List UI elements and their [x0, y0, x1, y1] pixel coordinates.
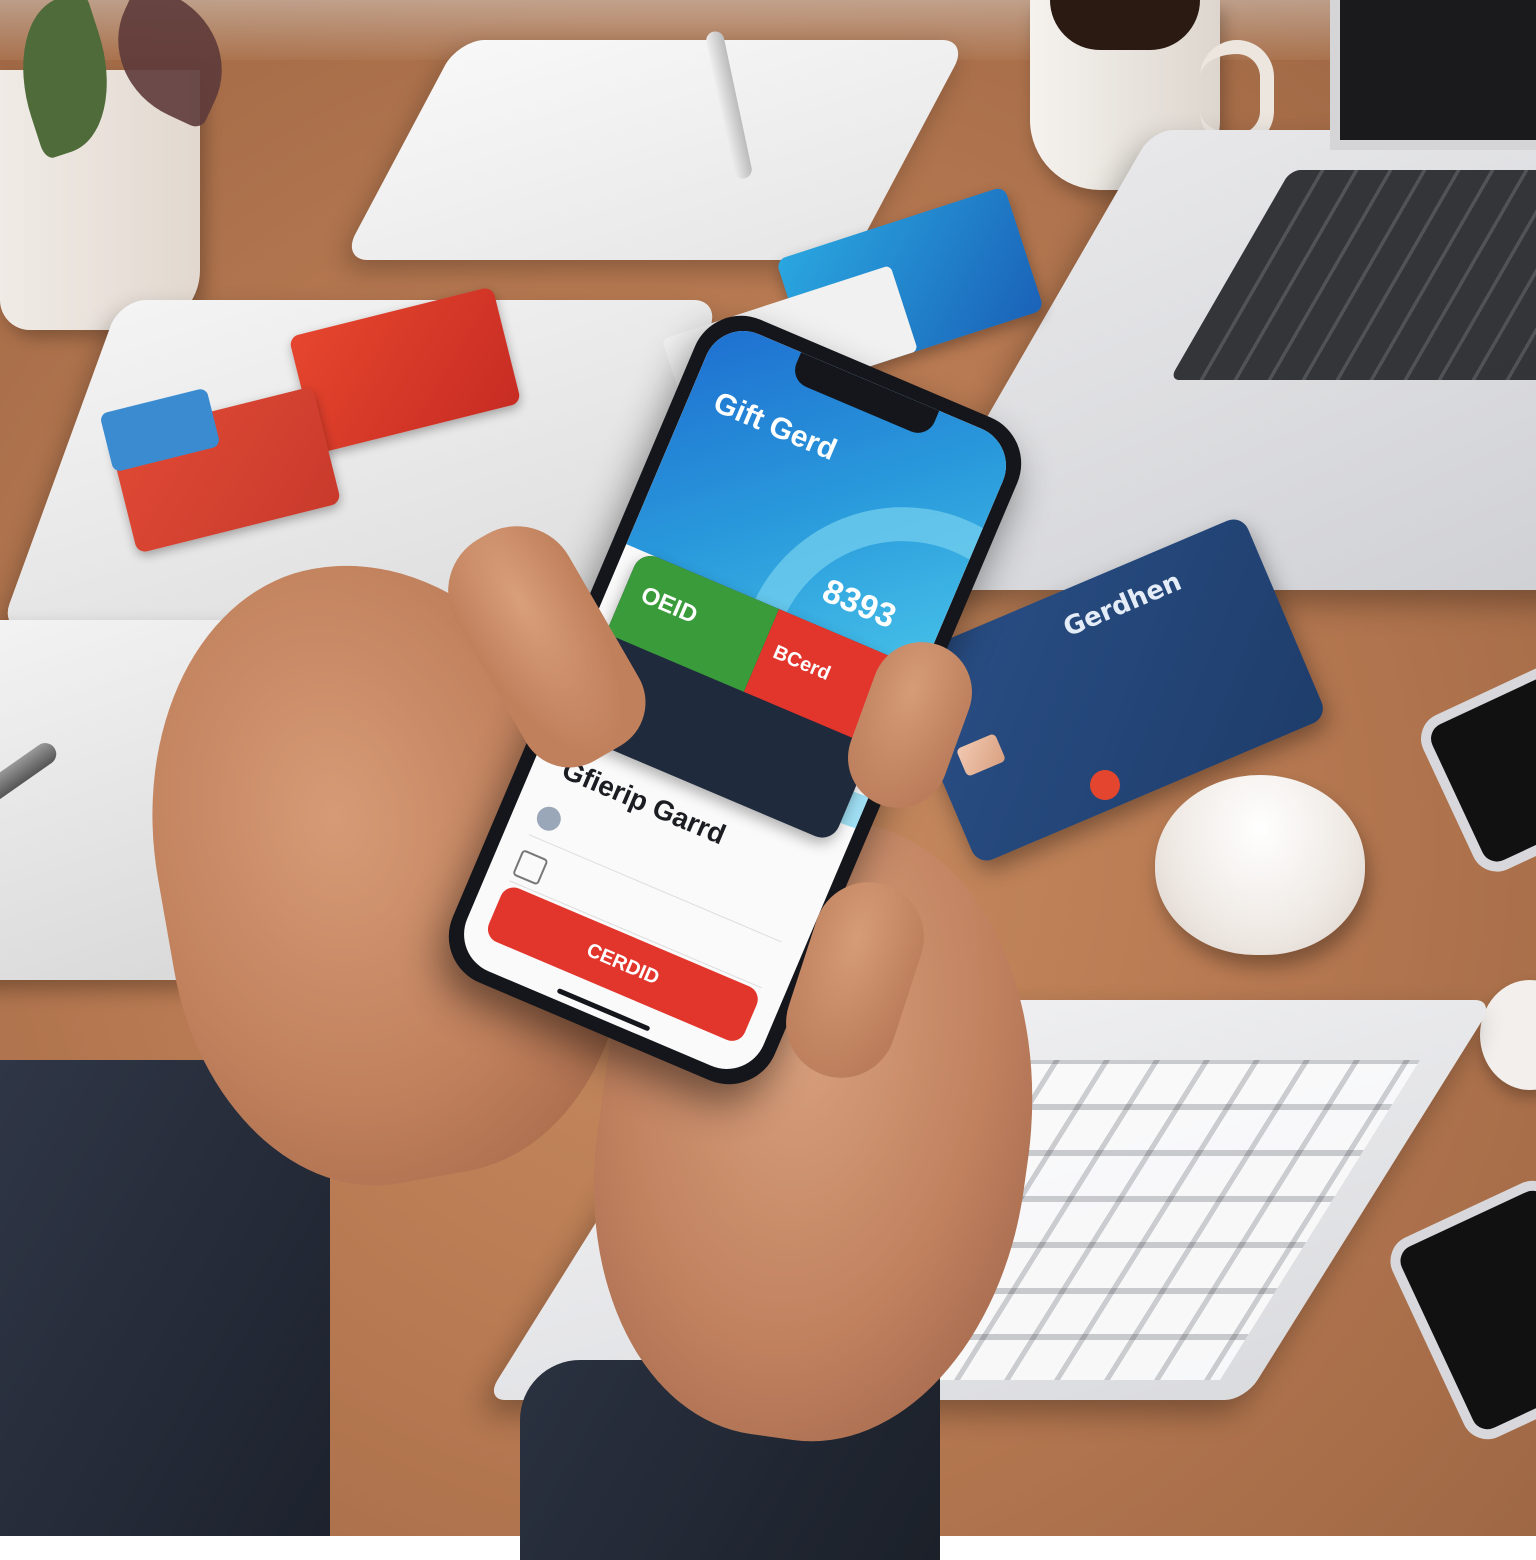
hero-card-title: Gift Gerd [708, 385, 842, 468]
laptop-screen [1330, 0, 1536, 150]
item-icon [533, 802, 565, 835]
second-phone [1412, 649, 1536, 881]
third-phone [1381, 1172, 1536, 1448]
photo-scene: Gerdhen Gift Gerd 8393 OEID BCerd Gfieri… [0, 0, 1536, 1560]
item-icon [511, 848, 549, 886]
white-cup-edge [1480, 980, 1536, 1090]
cream-bowl [1155, 775, 1365, 955]
card-logo [1090, 770, 1120, 800]
